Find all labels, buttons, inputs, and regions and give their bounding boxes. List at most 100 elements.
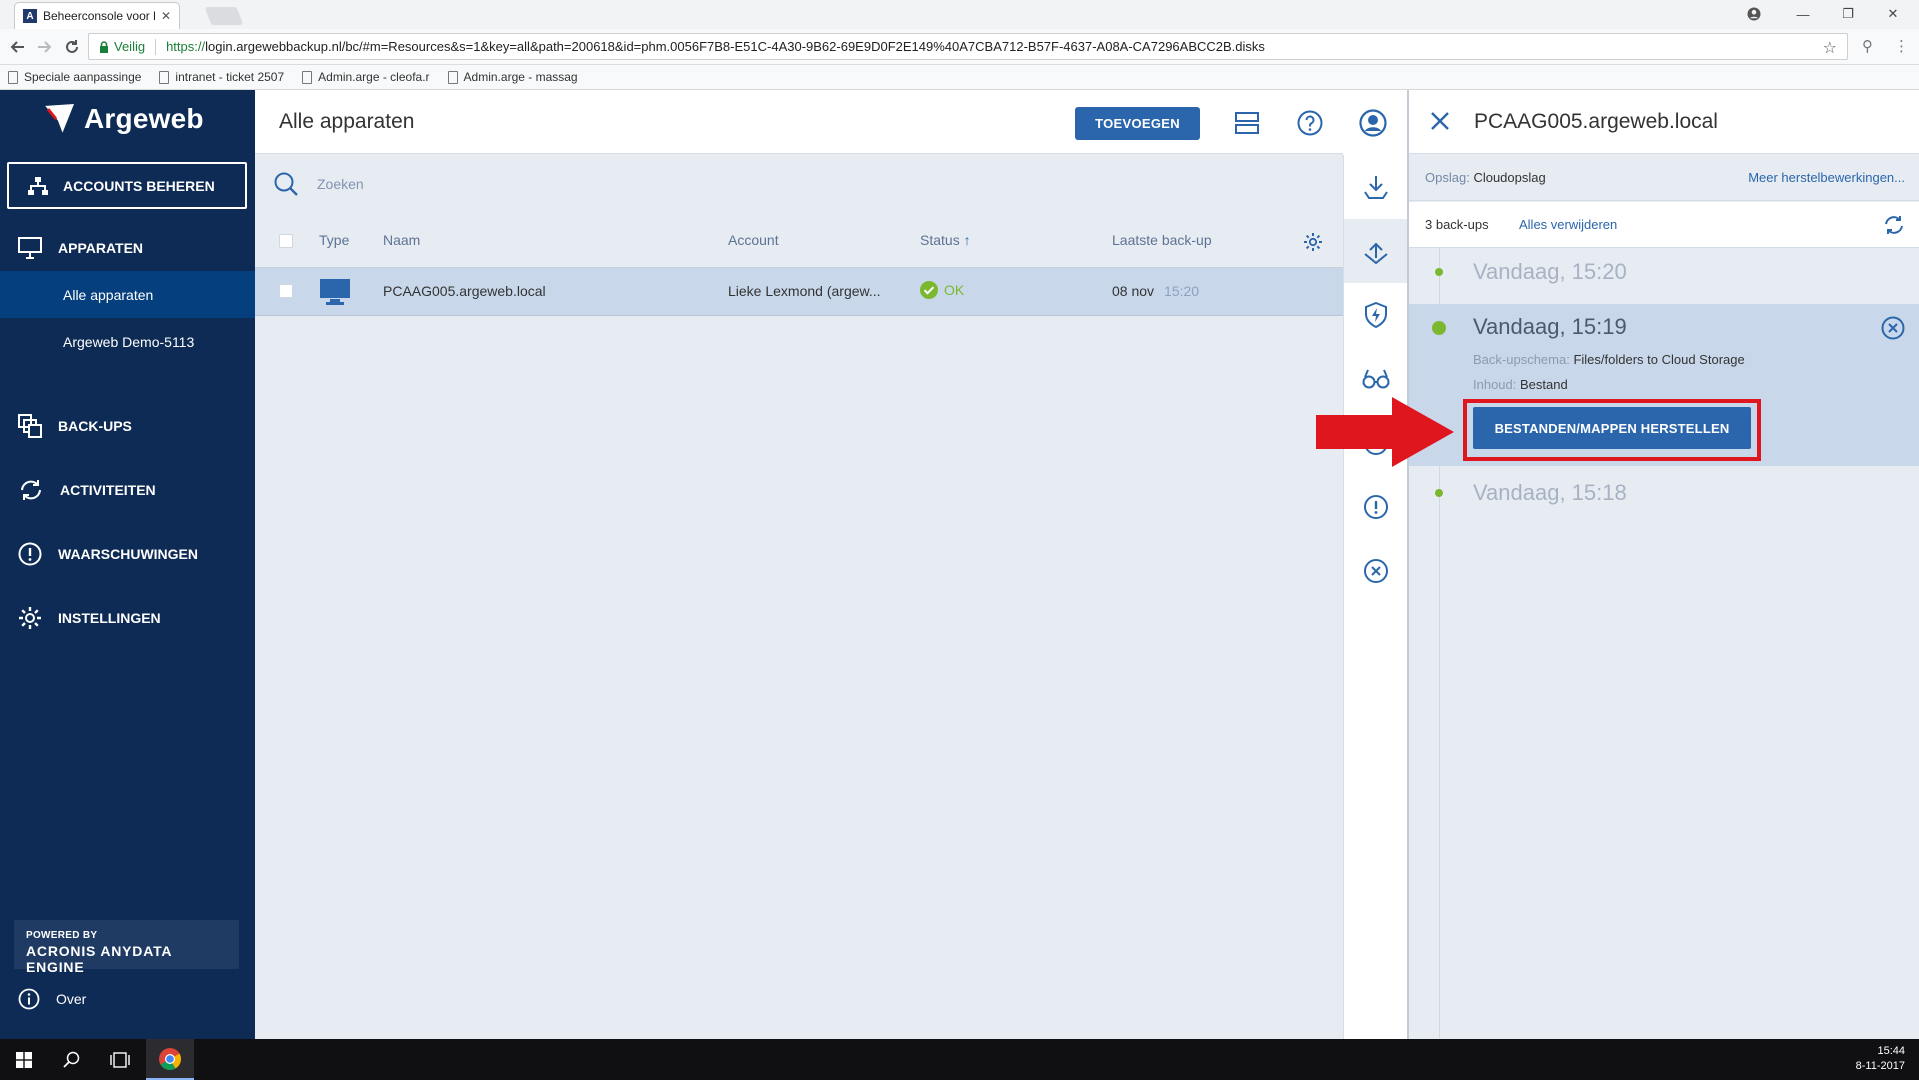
sidebar-item-backups[interactable]: BACK-UPS — [0, 404, 255, 448]
backup-status-dot — [1432, 321, 1446, 335]
sidebar-item-over[interactable]: Over — [18, 988, 86, 1010]
bookmarks-bar: Speciale aanpassinge intranet - ticket 2… — [0, 65, 1919, 90]
device-detail-panel: PCAAG005.argeweb.local Opslag: Cloudopsl… — [1407, 90, 1919, 1039]
red-arrow-annotation — [1316, 397, 1454, 467]
accounts-manage-button[interactable]: ACCOUNTS BEHEREN — [7, 162, 247, 209]
back-icon[interactable] — [8, 37, 28, 57]
windows-start-icon[interactable] — [0, 1039, 48, 1080]
column-account[interactable]: Account — [728, 232, 779, 248]
sidebar-sub-alle-apparaten[interactable]: Alle apparaten — [0, 271, 255, 318]
column-name[interactable]: Naam — [383, 232, 420, 248]
backup-item[interactable]: Vandaag, 15:18 — [1409, 470, 1919, 520]
sort-ascending-icon: ↑ — [963, 232, 971, 248]
add-button[interactable]: TOEVOEGEN — [1075, 107, 1200, 140]
desktop-icon — [319, 278, 351, 306]
column-status[interactable]: Status ↑ — [920, 232, 971, 248]
sidebar-item-instellingen[interactable]: INSTELLINGEN — [0, 596, 255, 640]
secure-indicator[interactable]: Veilig — [99, 39, 145, 54]
delete-all-link[interactable]: Alles verwijderen — [1519, 217, 1617, 232]
extension-icon[interactable]: ⚲ — [1862, 37, 1873, 55]
gear-icon — [19, 607, 41, 629]
close-window-icon[interactable]: ✕ — [1873, 3, 1913, 25]
minimize-icon[interactable]: — — [1783, 3, 1823, 25]
status-badge: OK — [920, 281, 964, 299]
more-restore-link[interactable]: Meer herstelbewerkingen... — [1748, 170, 1905, 185]
chrome-icon[interactable] — [146, 1039, 194, 1080]
page-icon — [302, 70, 313, 84]
address-bar[interactable]: Veilig https://login.argewebbackup.nl/bc… — [88, 33, 1848, 60]
taskbar-clock[interactable]: 15:44 8-11-2017 — [1856, 1044, 1905, 1074]
select-all-checkbox[interactable] — [279, 234, 293, 248]
monitor-icon — [18, 237, 42, 259]
sync-icon — [21, 480, 41, 500]
close-panel-icon[interactable] — [1429, 110, 1451, 132]
info-icon — [18, 988, 40, 1010]
shield-lightning-icon[interactable] — [1344, 283, 1408, 347]
sidebar-item-activiteiten[interactable]: ACTIVITEITEN — [0, 468, 255, 512]
task-view-icon[interactable] — [96, 1039, 144, 1080]
backup-status-dot — [1435, 268, 1443, 276]
tab-close-icon[interactable]: ✕ — [161, 9, 171, 23]
url-text: https://login.argewebbackup.nl/bc/#m=Res… — [166, 39, 1265, 54]
backup-content: Inhoud: Bestand — [1473, 377, 1568, 392]
copy-stack-icon — [18, 414, 42, 438]
sidebar: Argeweb ACCOUNTS BEHEREN APPARATEN Alle … — [0, 90, 255, 1039]
search-taskbar-icon[interactable] — [48, 1039, 96, 1080]
forward-icon[interactable] — [34, 37, 54, 57]
backup-schema: Back-upschema: Files/folders to Cloud St… — [1473, 352, 1745, 367]
sidebar-item-waarschuwingen[interactable]: WAARSCHUWINGEN — [0, 532, 255, 576]
backup-count: 3 back-ups — [1425, 217, 1489, 232]
device-name: PCAAG005.argeweb.local — [383, 283, 546, 299]
backup-status-dot — [1435, 489, 1443, 497]
refresh-icon[interactable] — [1883, 214, 1905, 236]
restore-files-button[interactable]: BESTANDEN/MAPPEN HERSTELLEN — [1473, 407, 1751, 449]
browser-tab[interactable]: A Beheerconsole voor back ✕ — [14, 2, 180, 29]
row-checkbox[interactable] — [279, 284, 293, 298]
sidebar-item-apparaten[interactable]: APPARATEN — [0, 226, 255, 270]
menu-icon[interactable]: ⋮ — [1894, 37, 1909, 55]
new-tab-button[interactable] — [204, 7, 244, 25]
browser-tabbar: A Beheerconsole voor back ✕ — ❐ ✕ — [0, 0, 1919, 29]
restore-window-icon[interactable]: ❐ — [1828, 3, 1868, 25]
help-icon[interactable] — [1295, 108, 1325, 138]
bookmark-item[interactable]: intranet - ticket 2507 — [159, 70, 284, 84]
action-toolbar — [1343, 155, 1408, 1039]
browser-toolbar: Veilig https://login.argewebbackup.nl/bc… — [0, 29, 1919, 65]
sidebar-sub-demo[interactable]: Argeweb Demo-5113 — [0, 318, 255, 365]
bookmark-item[interactable]: Speciale aanpassinge — [8, 70, 141, 84]
backup-item-selected[interactable]: Vandaag, 15:19 Back-upschema: Files/fold… — [1409, 304, 1919, 466]
table-header: Type Naam Account Status ↑ Laatste back-… — [255, 214, 1343, 268]
last-backup-value: 08 nov 15:20 — [1112, 283, 1200, 299]
column-last-backup[interactable]: Laatste back-up — [1112, 232, 1212, 248]
bookmark-item[interactable]: Admin.arge - cleofa.r — [302, 70, 430, 84]
column-settings-gear-icon[interactable] — [1303, 232, 1323, 252]
storage-row: Opslag: Cloudopslag Meer herstelbewerkin… — [1409, 155, 1919, 201]
search-row: Zoeken — [255, 154, 1343, 214]
profile-icon[interactable] — [1734, 3, 1774, 25]
bookmark-item[interactable]: Admin.arge - massag — [447, 70, 578, 84]
reload-icon[interactable] — [62, 37, 82, 57]
search-icon — [274, 172, 298, 196]
layout-view-icon[interactable] — [1232, 108, 1262, 138]
panel-title: PCAAG005.argeweb.local — [1474, 110, 1718, 133]
main-content: Alle apparaten TOEVOEGEN Zoeken Type Naa… — [255, 90, 1387, 1039]
device-account: Lieke Lexmond (argew... — [728, 283, 881, 299]
backup-count-row: 3 back-ups Alles verwijderen — [1409, 202, 1919, 248]
panel-header: PCAAG005.argeweb.local — [1409, 90, 1919, 154]
remove-device-icon[interactable] — [1344, 539, 1408, 603]
page-title: Alle apparaten — [279, 110, 415, 133]
search-input[interactable]: Zoeken — [317, 176, 364, 192]
backup-item[interactable]: Vandaag, 15:20 — [1409, 249, 1919, 294]
column-type[interactable]: Type — [319, 232, 349, 248]
delete-backup-icon[interactable] — [1881, 316, 1905, 340]
backup-upload-icon[interactable] — [1344, 219, 1408, 283]
alert-icon[interactable] — [1344, 475, 1408, 539]
brand-logo[interactable]: Argeweb — [42, 102, 204, 136]
acronis-favicon-icon: A — [23, 9, 37, 23]
restore-download-icon[interactable] — [1344, 155, 1408, 219]
main-header: Alle apparaten TOEVOEGEN — [255, 90, 1387, 154]
user-account-icon[interactable] — [1358, 108, 1388, 138]
bookmark-star-icon[interactable]: ☆ — [1823, 38, 1837, 58]
table-row[interactable]: PCAAG005.argeweb.local Lieke Lexmond (ar… — [255, 268, 1343, 316]
alert-circle-icon — [18, 542, 42, 566]
